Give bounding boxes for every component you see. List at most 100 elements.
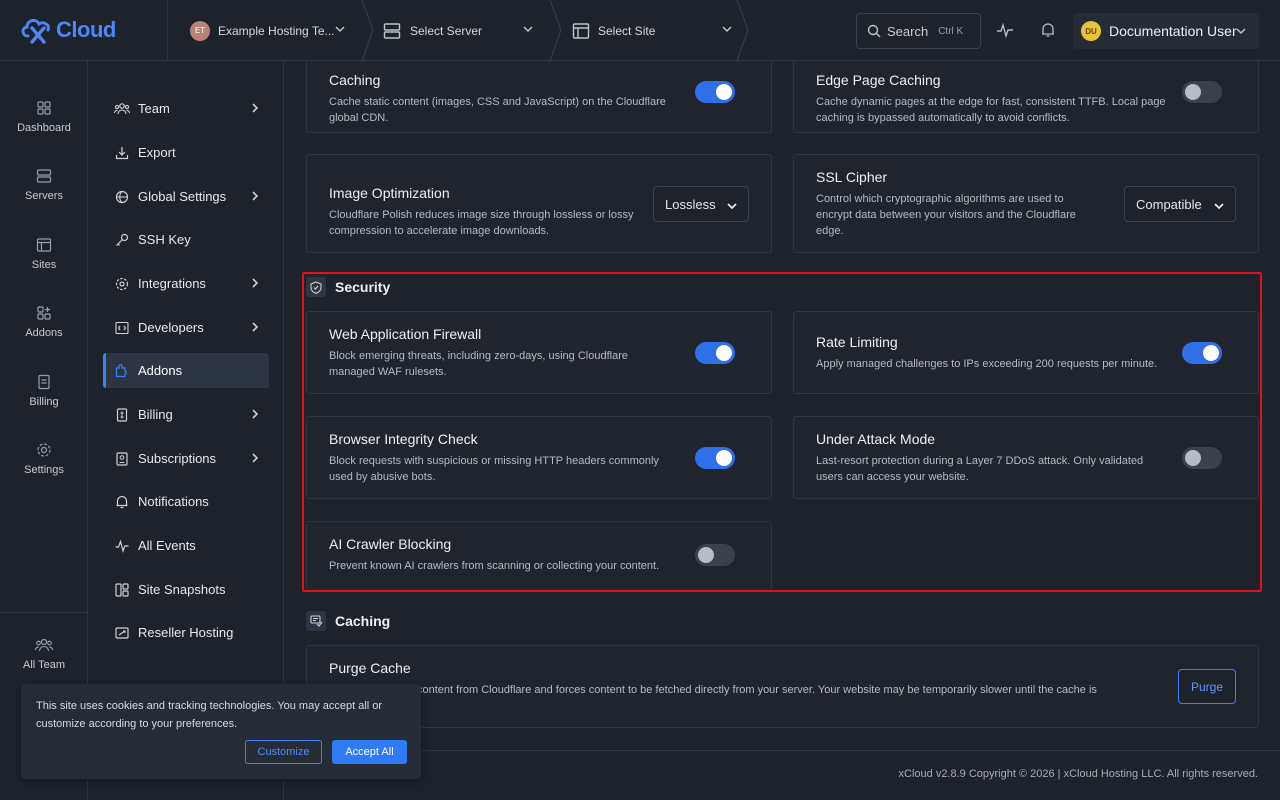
rail-item-addons[interactable]: Addons <box>0 305 88 361</box>
card-title: AI Crawler Blocking <box>329 536 452 552</box>
rate-limiting-toggle[interactable] <box>1182 342 1222 364</box>
activity-button[interactable] <box>995 20 1015 40</box>
image-optimization-select[interactable]: Lossless <box>653 186 749 222</box>
card-description: Cloudflare Polish reduces image size thr… <box>329 209 634 237</box>
sidebar-item-all-events[interactable]: All Events <box>103 528 269 563</box>
user-avatar: DU <box>1081 21 1101 41</box>
sidebar-item-integrations[interactable]: Integrations <box>103 266 269 301</box>
sidebar-item-addons[interactable]: Addons <box>103 353 269 388</box>
billing-icon <box>114 407 130 423</box>
rail-item-settings[interactable]: Settings <box>0 442 88 498</box>
rate-limiting-card: Rate Limiting Apply managed challenges t… <box>793 311 1259 394</box>
waf-toggle[interactable] <box>695 342 735 364</box>
divider <box>167 0 168 61</box>
rail-item-billing[interactable]: Billing <box>0 374 88 430</box>
sidebar-item-team[interactable]: Team <box>103 91 269 126</box>
breadcrumb-separator <box>549 0 562 61</box>
sidebar-item-subscriptions[interactable]: Subscriptions <box>103 441 269 476</box>
sidebar-item-site-snapshots[interactable]: Site Snapshots <box>103 572 269 607</box>
globe-gear-icon <box>114 189 130 205</box>
sidebar-item-notifications[interactable]: Notifications <box>103 484 269 519</box>
sidebar-item-label: Developers <box>138 320 204 335</box>
chevron-down-icon <box>722 26 732 33</box>
card-description: Last-resort protection during a Layer 7 … <box>816 455 1144 483</box>
sidebar-item-ssh-key[interactable]: SSH Key <box>103 222 269 257</box>
ssl-cipher-select[interactable]: Compatible <box>1124 186 1236 222</box>
rail-label: Billing <box>29 396 59 408</box>
site-label: Select Site <box>598 23 656 38</box>
edge-page-caching-card: Edge Page Caching Cache dynamic pages at… <box>793 61 1259 133</box>
edge-page-caching-toggle[interactable] <box>1182 81 1222 103</box>
ssl-cipher-card: SSL Cipher Control which cryptographic a… <box>793 154 1259 253</box>
chevron-right-icon <box>252 103 259 113</box>
caching-toggle[interactable] <box>695 81 735 103</box>
card-title: Purge Cache <box>329 660 411 676</box>
browser-integrity-check-toggle[interactable] <box>695 447 735 469</box>
purge-button[interactable]: Purge <box>1178 669 1236 704</box>
sidebar-item-label: Global Settings <box>138 189 227 204</box>
sidebar-item-billing[interactable]: Billing <box>103 397 269 432</box>
search-button[interactable]: Search Ctrl K <box>856 13 981 49</box>
main-content: Caching Cache static content (images, CS… <box>285 61 1280 800</box>
purge-cache-card: Purge Cache content from Cloudflare and … <box>306 645 1259 728</box>
under-attack-mode-toggle[interactable] <box>1182 447 1222 469</box>
chevron-down-icon <box>1214 203 1224 210</box>
waf-card: Web Application Firewall Block emerging … <box>306 311 772 394</box>
sidebar-item-label: Reseller Hosting <box>138 625 234 640</box>
card-description: Block emerging threats, including zero-d… <box>329 350 628 378</box>
ai-crawler-blocking-toggle[interactable] <box>695 544 735 566</box>
chevron-right-icon <box>252 278 259 288</box>
card-title: Rate Limiting <box>816 334 898 350</box>
xcloud-logo[interactable]: Cloud <box>20 12 116 48</box>
team-avatar: ET <box>190 20 210 41</box>
ai-crawler-blocking-card: AI Crawler Blocking Prevent known AI cra… <box>306 521 772 591</box>
sidebar-item-label: Subscriptions <box>138 451 217 466</box>
search-icon <box>867 24 881 38</box>
card-description: content from Cloudflare and forces conte… <box>417 684 1097 696</box>
server-selector[interactable]: Select Server <box>383 0 548 61</box>
logo-text: Cloud <box>56 17 116 42</box>
section-title: Security <box>335 279 391 295</box>
chevron-right-icon <box>252 453 259 463</box>
sidebar-item-export[interactable]: Export <box>103 135 269 170</box>
caching-heading: Caching <box>306 611 390 631</box>
rail-item-sites[interactable]: Sites <box>0 237 88 293</box>
breadcrumb-separator <box>736 0 749 61</box>
rail-label: Dashboard <box>17 122 71 134</box>
card-description: Block requests with suspicious or missin… <box>329 455 659 483</box>
chevron-down-icon <box>1236 28 1246 35</box>
card-title: Edge Page Caching <box>816 72 941 88</box>
select-value: Lossless <box>665 196 716 212</box>
top-bar: Cloud ET Example Hosting Te... Select Se… <box>0 0 1280 61</box>
team-selector[interactable]: ET Example Hosting Te... <box>190 0 360 61</box>
card-description: Cache static content (images, CSS and Ja… <box>329 96 666 124</box>
export-icon <box>114 145 130 161</box>
sidebar-item-global-settings[interactable]: Global Settings <box>103 179 269 214</box>
sidebar-item-developers[interactable]: Developers <box>103 310 269 345</box>
security-heading: Security <box>306 277 390 297</box>
server-label: Select Server <box>410 23 483 38</box>
rail-item-dashboard[interactable]: Dashboard <box>0 100 88 156</box>
sidebar-item-label: Integrations <box>138 276 206 291</box>
site-icon <box>572 22 590 39</box>
sidebar-item-label: SSH Key <box>138 232 191 247</box>
card-title: SSL Cipher <box>816 169 888 185</box>
rail-label: All Team <box>23 659 65 671</box>
server-icon <box>383 22 401 39</box>
customize-button[interactable]: Customize <box>245 740 322 764</box>
sidebar-item-reseller-hosting[interactable]: Reseller Hosting <box>103 615 269 650</box>
breadcrumb-separator <box>361 0 374 61</box>
cookie-message: This site uses cookies and tracking tech… <box>36 700 383 730</box>
rail-label: Addons <box>25 327 63 339</box>
rail-label: Sites <box>31 259 57 271</box>
site-selector[interactable]: Select Site <box>572 0 747 61</box>
rail-item-servers[interactable]: Servers <box>0 168 88 224</box>
user-menu[interactable]: DU Documentation User <box>1073 13 1259 49</box>
rail-label: Settings <box>24 464 64 476</box>
notifications-button[interactable] <box>1038 20 1058 40</box>
accept-all-button[interactable]: Accept All <box>332 740 407 764</box>
card-description: Cache dynamic pages at the edge for fast… <box>816 96 1166 124</box>
card-description: Prevent known AI crawlers from scanning … <box>329 560 660 572</box>
bell-icon <box>1042 23 1054 37</box>
user-name: Documentation User <box>1109 23 1237 39</box>
